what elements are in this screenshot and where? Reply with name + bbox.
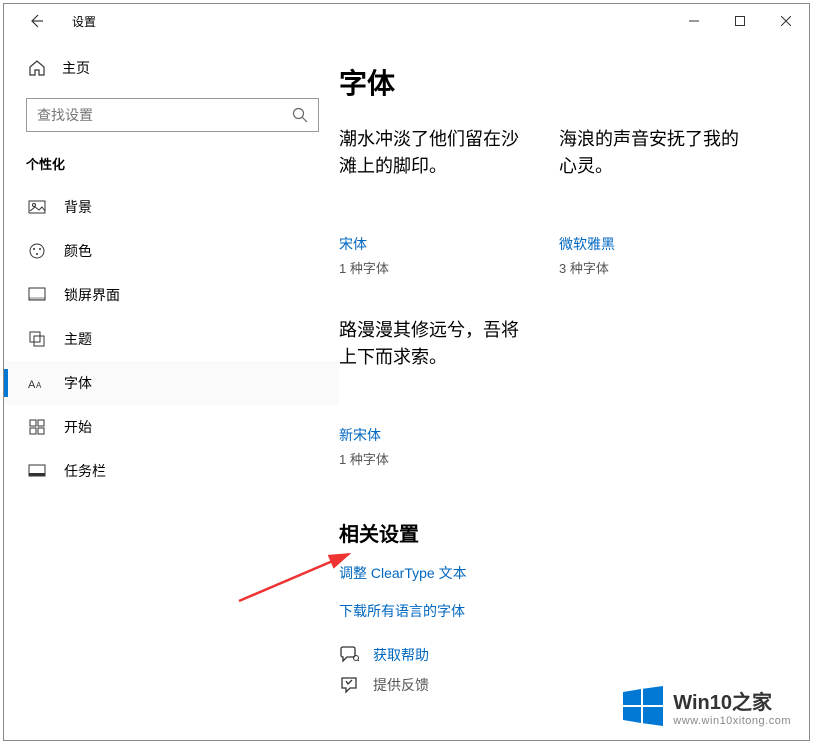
theme-icon [28, 330, 46, 348]
home-label: 主页 [62, 58, 90, 78]
search-icon [292, 107, 308, 123]
feedback-icon [339, 675, 359, 695]
sidebar-item-taskbar[interactable]: 任务栏 [4, 449, 339, 493]
link-download-fonts[interactable]: 下载所有语言的字体 [339, 601, 779, 621]
font-name: 宋体 [339, 234, 519, 254]
home-icon [28, 59, 46, 77]
font-card-yahei[interactable]: 海浪的声音安抚了我的心灵。 微软雅黑 3 种字体 [559, 126, 739, 277]
get-help-label: 获取帮助 [373, 645, 429, 665]
lockscreen-icon [28, 286, 46, 304]
font-name: 新宋体 [339, 425, 519, 445]
font-name: 微软雅黑 [559, 234, 739, 254]
maximize-icon [735, 16, 745, 26]
sidebar-item-label: 主题 [64, 329, 92, 349]
minimize-icon [689, 16, 699, 26]
taskbar-icon [28, 462, 46, 480]
svg-text:A: A [28, 379, 36, 391]
arrow-left-icon [28, 13, 44, 29]
related-settings-heading: 相关设置 [339, 518, 779, 547]
minimize-button[interactable] [671, 5, 717, 37]
link-cleartype[interactable]: 调整 ClearType 文本 [339, 563, 779, 583]
font-card-nsimsun[interactable]: 路漫漫其修远兮，吾将上下而求索。 新宋体 1 种字体 [339, 317, 519, 468]
sidebar-item-lockscreen[interactable]: 锁屏界面 [4, 273, 339, 317]
search-box[interactable] [26, 98, 319, 132]
sidebar-item-label: 任务栏 [64, 461, 106, 481]
back-button[interactable] [26, 11, 46, 31]
font-card-songti[interactable]: 潮水冲淡了他们留在沙滩上的脚印。 宋体 1 种字体 [339, 126, 519, 277]
sidebar-item-label: 锁屏界面 [64, 285, 120, 305]
sidebar-item-start[interactable]: 开始 [4, 405, 339, 449]
sidebar-item-label: 开始 [64, 417, 92, 437]
page-title: 字体 [339, 62, 779, 102]
sidebar-item-label: 颜色 [64, 241, 92, 261]
feedback-label: 提供反馈 [373, 675, 429, 695]
start-icon [28, 418, 46, 436]
window-title: 设置 [72, 13, 96, 30]
settings-window: 设置 主页 个性化 [3, 3, 810, 741]
font-count: 1 种字体 [339, 449, 519, 468]
sidebar-item-background[interactable]: 背景 [4, 185, 339, 229]
sidebar: 主页 个性化 背景 颜色 锁屏界面 [4, 38, 339, 740]
search-input[interactable] [37, 107, 292, 123]
font-sample: 路漫漫其修远兮，吾将上下而求索。 [339, 317, 519, 407]
close-icon [781, 16, 791, 26]
picture-icon [28, 198, 46, 216]
section-label: 个性化 [4, 150, 339, 185]
maximize-button[interactable] [717, 5, 763, 37]
font-sample: 潮水冲淡了他们留在沙滩上的脚印。 [339, 126, 519, 216]
palette-icon [28, 242, 46, 260]
home-nav[interactable]: 主页 [4, 50, 339, 92]
font-sample: 海浪的声音安抚了我的心灵。 [559, 126, 739, 216]
font-icon: AA [28, 374, 46, 392]
sidebar-item-label: 背景 [64, 197, 92, 217]
content-area: 主页 个性化 背景 颜色 锁屏界面 [4, 38, 809, 740]
close-button[interactable] [763, 5, 809, 37]
font-count: 3 种字体 [559, 258, 739, 277]
font-grid: 潮水冲淡了他们留在沙滩上的脚印。 宋体 1 种字体 海浪的声音安抚了我的心灵。 … [339, 126, 779, 468]
main-panel: 字体 潮水冲淡了他们留在沙滩上的脚印。 宋体 1 种字体 海浪的声音安抚了我的心… [339, 38, 809, 740]
sidebar-item-fonts[interactable]: AA 字体 [4, 361, 339, 405]
sidebar-item-label: 字体 [64, 373, 92, 393]
font-count: 1 种字体 [339, 258, 519, 277]
nav-list: 背景 颜色 锁屏界面 主题 AA 字体 [4, 185, 339, 493]
sidebar-item-themes[interactable]: 主题 [4, 317, 339, 361]
svg-text:A: A [36, 381, 42, 390]
titlebar: 设置 [4, 4, 809, 38]
feedback-row[interactable]: 提供反馈 [339, 675, 779, 695]
get-help-row[interactable]: 获取帮助 [339, 645, 779, 665]
sidebar-item-colors[interactable]: 颜色 [4, 229, 339, 273]
help-icon [339, 645, 359, 665]
